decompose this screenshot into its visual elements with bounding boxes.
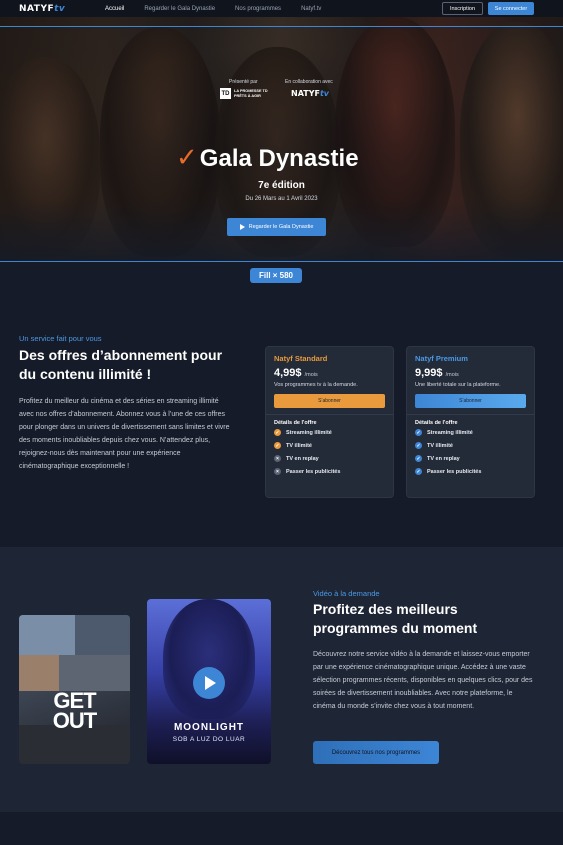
plan-price-period: /mois bbox=[304, 372, 318, 378]
plan-tagline: Une liberté totale sur la plateforme. bbox=[415, 382, 501, 388]
td-sponsor-text: LA PROMESSE TD PRÊTS À AGIR bbox=[234, 89, 268, 98]
nav-links: Accueil Regarder le Gala Dynastie Nos pr… bbox=[105, 0, 321, 17]
offers-description: Profitez du meilleur du cinéma et des sé… bbox=[19, 398, 230, 470]
poster-panel bbox=[59, 655, 130, 691]
poster-title: MOONLIGHT bbox=[173, 722, 245, 733]
logo-wordmark: NATYF bbox=[19, 3, 55, 14]
hero-guide-line-top bbox=[0, 26, 563, 27]
signup-button[interactable]: Inscription bbox=[442, 2, 483, 15]
plan-price: 9,99$ /mois bbox=[415, 367, 526, 379]
plan-price-period: /mois bbox=[445, 372, 459, 378]
offers-title: Des offres d’abonnement pour du contenu … bbox=[19, 347, 223, 382]
plan-card-premium: Natyf Premium 9,99$ /mois Une liberté to… bbox=[406, 346, 535, 498]
poster-title-line: OUT bbox=[52, 708, 97, 733]
watch-gala-button[interactable]: Regarder le Gala Dynastie bbox=[227, 218, 326, 236]
offers-eyebrow: Un service fait pour vous bbox=[19, 334, 102, 343]
plan-name: Natyf Standard bbox=[274, 354, 328, 363]
feature-row: × TV en replay bbox=[274, 452, 385, 465]
check-icon: ✓ bbox=[415, 468, 422, 475]
login-button[interactable]: Se connecter bbox=[488, 2, 534, 15]
plan-price-value: 9,99$ bbox=[415, 367, 443, 379]
check-icon: ✓ bbox=[274, 429, 281, 436]
watch-gala-label: Regarder le Gala Dynastie bbox=[248, 224, 314, 230]
nav-link-natyf-tv[interactable]: Natyf.tv bbox=[301, 6, 321, 12]
hero-title-text: Gala Dynastie bbox=[199, 145, 359, 172]
plan-price: 4,99$ /mois bbox=[274, 367, 385, 379]
gala-check-icon: ✓ bbox=[176, 142, 198, 172]
feature-row: ✓ TV illimité bbox=[415, 439, 526, 452]
footer-strip bbox=[0, 812, 563, 845]
play-icon bbox=[239, 224, 245, 230]
vod-eyebrow: Vidéo à la demande bbox=[313, 589, 380, 598]
partner-natyf-logo: NATYFtv bbox=[291, 89, 329, 98]
cross-icon: × bbox=[274, 455, 281, 462]
feature-label: TV illimité bbox=[286, 442, 312, 449]
feature-label: Passer les publicités bbox=[286, 468, 341, 475]
natyf-logo[interactable]: NATYFtv bbox=[19, 4, 65, 14]
poster-title: GET OUT bbox=[19, 690, 130, 733]
subscribe-premium-button[interactable]: S'abonner bbox=[415, 394, 526, 408]
subscribe-standard-button[interactable]: S'abonner bbox=[274, 394, 385, 408]
check-icon: ✓ bbox=[415, 455, 422, 462]
feature-row: ✓ Streaming illimité bbox=[274, 426, 385, 439]
hero-guide-line-bottom bbox=[0, 261, 563, 262]
check-icon: ✓ bbox=[274, 442, 281, 449]
feature-label: Passer les publicités bbox=[427, 468, 482, 475]
poster-subtitle: SOB A LUZ DO LUAR bbox=[172, 736, 246, 743]
plan-card-standard: Natyf Standard 4,99$ /mois Vos programme… bbox=[265, 346, 394, 498]
partner-logo-wordmark: NATYF bbox=[291, 89, 320, 98]
poster-face-art bbox=[163, 599, 255, 719]
hero-edition: 7e édition bbox=[258, 180, 305, 191]
feature-label: Streaming illimité bbox=[427, 429, 473, 436]
plan-divider bbox=[407, 414, 534, 415]
feature-label: Streaming illimité bbox=[286, 429, 332, 436]
feature-row: ✓ TV illimité bbox=[274, 439, 385, 452]
poster-panel bbox=[75, 615, 130, 655]
nav-link-programmes[interactable]: Nos programmes bbox=[235, 6, 281, 12]
feature-label: TV en replay bbox=[427, 455, 460, 462]
feature-label: TV illimité bbox=[427, 442, 453, 449]
presented-by-label: Présenté par bbox=[229, 79, 258, 85]
nav-link-accueil[interactable]: Accueil bbox=[105, 6, 124, 12]
logo-tv-suffix: tv bbox=[54, 3, 66, 14]
plan-name: Natyf Premium bbox=[415, 354, 468, 363]
feature-row: ✓ TV en replay bbox=[415, 452, 526, 465]
check-icon: ✓ bbox=[415, 442, 422, 449]
partner-logo-tv-suffix: tv bbox=[319, 89, 330, 98]
fill-size-badge: Fill × 580 bbox=[250, 268, 302, 283]
vod-title: Profitez des meilleurs programmes du mom… bbox=[313, 601, 478, 636]
top-navbar: NATYFtv Accueil Regarder le Gala Dynasti… bbox=[0, 0, 563, 17]
plan-divider bbox=[266, 414, 393, 415]
cross-icon: × bbox=[274, 468, 281, 475]
poster-panel bbox=[19, 655, 59, 691]
plan-price-value: 4,99$ bbox=[274, 367, 302, 379]
play-button[interactable] bbox=[193, 667, 225, 699]
play-icon bbox=[205, 676, 216, 690]
feature-label: TV en replay bbox=[286, 455, 319, 462]
hero-dates: Du 26 Mars au 1 Avril 2023 bbox=[245, 196, 318, 202]
discover-programs-button[interactable]: Découvrez tous nos programmes bbox=[313, 741, 439, 764]
feature-row: × Passer les publicités bbox=[274, 465, 385, 478]
vod-description: Découvrez notre service vidéo à la deman… bbox=[313, 651, 533, 710]
hero-title: ✓Gala Dynastie bbox=[176, 142, 396, 173]
check-icon: ✓ bbox=[415, 429, 422, 436]
feature-row: ✓ Passer les publicités bbox=[415, 465, 526, 478]
nav-link-gala[interactable]: Regarder le Gala Dynastie bbox=[144, 6, 215, 12]
poster-panel bbox=[19, 615, 75, 655]
feature-row: ✓ Streaming illimité bbox=[415, 426, 526, 439]
collab-label: En collaboration avec bbox=[285, 79, 333, 85]
poster-get-out[interactable]: GET OUT bbox=[19, 615, 130, 764]
plan-tagline: Vos programmes tv à la demande. bbox=[274, 382, 358, 388]
td-logo: TD bbox=[220, 88, 231, 99]
